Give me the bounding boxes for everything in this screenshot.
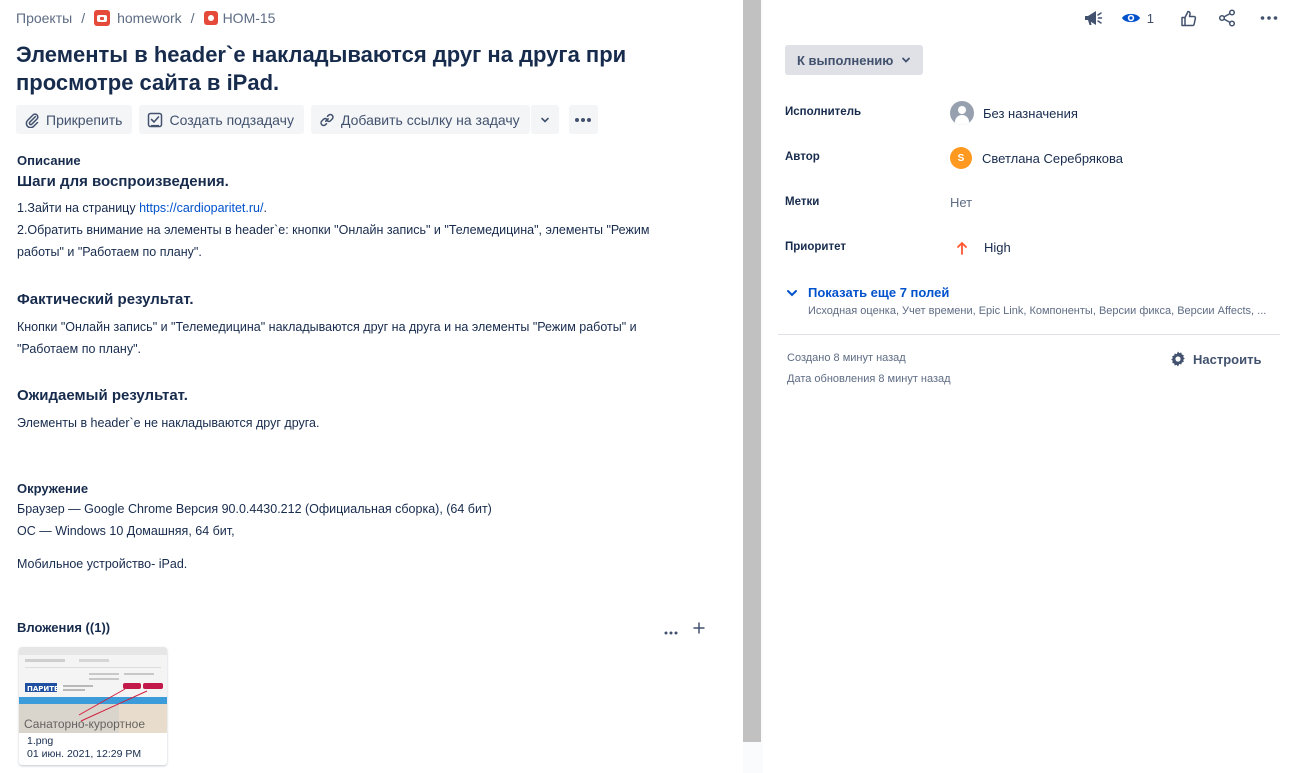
environment-label: Окружение (17, 481, 89, 496)
create-subtask-label: Создать подзадачу (169, 111, 294, 128)
environment-section[interactable]: Окружение Браузер — Google Chrome Версия… (17, 481, 492, 575)
subtask-icon (148, 112, 163, 127)
expected-text: Элементы в header`е не накладываются дру… (17, 416, 320, 430)
show-more-fields-label: Показать еще 7 полей (808, 285, 950, 300)
bug-icon (203, 11, 218, 25)
add-link-dropdown-button[interactable] (529, 105, 559, 134)
assignee-value: Без назначения (983, 105, 1078, 121)
more-fields-list: Исходная оценка, Учет времени, Epic Link… (808, 305, 1267, 317)
chevron-down-icon (540, 117, 549, 123)
priority-field[interactable]: High (950, 240, 1011, 255)
attachment-date: 01 июн. 2021, 12:29 PM (27, 748, 142, 760)
watch-count: 1 (1146, 10, 1154, 26)
description-label: Описание (17, 153, 81, 168)
breadcrumb: Проекты / homework / HOM-15 (16, 8, 275, 28)
attachment-filename: 1.png (27, 735, 54, 747)
env-device: Мобильное устройство- iPad. (17, 557, 188, 571)
share-button[interactable] (1215, 6, 1239, 30)
add-link-label: Добавить ссылку на задачу (340, 111, 520, 128)
breadcrumb-project-label: homework (117, 10, 182, 26)
attachment-caption: 1.png 01 июн. 2021, 12:29 PM (27, 735, 141, 761)
step-1-suffix: . (263, 201, 267, 215)
attachment-preview-logo: ПАРИТЕТ (27, 685, 64, 693)
actual-text: Кнопки "Онлайн запись" и "Телемедицина" … (17, 320, 637, 356)
updated-time: Дата обновления 8 минут назад (787, 373, 951, 385)
status-label: К выполнению (797, 52, 894, 68)
attach-button[interactable]: Прикрепить (16, 105, 133, 134)
show-more-fields-link[interactable]: Показать еще 7 полей (785, 285, 1266, 300)
more-options-button[interactable] (1257, 6, 1281, 30)
priority-label: Приоритет (785, 241, 846, 253)
issue-toolbar: Прикрепить Создать подзадачу Добавить сс… (16, 105, 598, 134)
issue-title[interactable]: Элементы в header`е накладываются друг н… (16, 41, 656, 97)
divider (778, 334, 1280, 335)
breadcrumb-separator: / (81, 10, 86, 26)
project-icon (94, 10, 111, 26)
step-1-prefix: 1.Зайти на страницу (17, 201, 140, 215)
breadcrumb-project[interactable]: homework (94, 10, 182, 26)
feedback-button[interactable] (1081, 6, 1105, 30)
more-icon (664, 631, 678, 634)
attachment-preview-text: Санаторно-курортное (24, 717, 145, 731)
create-subtask-button[interactable]: Создать подзадачу (139, 105, 304, 134)
labels-value: Нет (950, 195, 973, 210)
configure-label: Настроить (1193, 351, 1262, 367)
add-link-button[interactable]: Добавить ссылку на задачу (310, 105, 530, 134)
step-2: 2.Обратить внимание на элементы в header… (17, 223, 650, 259)
unassigned-avatar-icon (950, 101, 974, 125)
link-icon (320, 113, 334, 126)
gear-icon (1171, 351, 1185, 367)
breadcrumb-issue-key: HOM-15 (222, 10, 276, 26)
thumbs-up-icon (1180, 10, 1196, 26)
created-time: Создано 8 минут назад (787, 352, 906, 364)
breadcrumb-separator: / (190, 10, 195, 26)
more-fields-section: Показать еще 7 полей Исходная оценка, Уч… (785, 285, 1266, 317)
paperclip-icon (25, 112, 39, 128)
scrollbar[interactable] (743, 0, 761, 742)
attachments-heading: Вложения ((1)) (17, 620, 111, 635)
assignee-field[interactable]: Без назначения (950, 101, 1078, 125)
step-1: 1.Зайти на страницу https://cardioparite… (17, 197, 697, 219)
issue-main-pane: Проекты / homework / HOM-15 Элементы в h… (0, 0, 743, 773)
more-actions-button[interactable] (568, 105, 598, 134)
reporter-field[interactable]: S Светлана Серебрякова (950, 147, 1123, 169)
more-icon (1260, 16, 1278, 20)
status-dropdown[interactable]: К выполнению (785, 45, 924, 75)
assignee-label: Исполнитель (785, 106, 862, 118)
attachments-more-button[interactable] (664, 622, 678, 640)
breadcrumb-projects[interactable]: Проекты (16, 10, 72, 26)
watch-button[interactable]: 1 (1121, 6, 1154, 30)
more-icon (575, 117, 592, 122)
plus-icon (693, 622, 705, 634)
labels-label: Метки (785, 196, 820, 208)
steps-heading: Шаги для воспроизведения. (17, 173, 229, 190)
env-os: ОС — Windows 10 Домашняя, 64 бит, (17, 524, 235, 538)
env-browser: Браузер — Google Chrome Версия 90.0.4430… (17, 502, 492, 516)
issue-top-actions: 1 (1067, 6, 1281, 30)
priority-value: High (984, 240, 1011, 255)
description-section[interactable]: Описание Шаги для воспроизведения. 1.Зай… (17, 153, 697, 434)
reporter-label: Автор (785, 151, 820, 163)
chevron-down-icon (787, 289, 797, 296)
breadcrumb-issue[interactable]: HOM-15 (203, 10, 276, 26)
attachment-card[interactable]: ПАРИТЕТ Санаторно-курортное 1.png 01 июн… (19, 647, 167, 765)
reporter-value: Светлана Серебрякова (982, 150, 1124, 166)
chevron-down-icon (902, 57, 911, 63)
share-icon (1218, 9, 1236, 27)
issue-sidebar: 1 К выполнению Исполнитель Без назначени… (763, 0, 1301, 773)
actual-heading: Фактический результат. (17, 291, 194, 308)
labels-field[interactable]: Нет (950, 195, 972, 210)
avatar: S (950, 147, 972, 169)
eye-icon (1121, 13, 1140, 23)
expected-heading: Ожидаемый результат. (17, 387, 188, 404)
attach-button-label: Прикрепить (46, 111, 123, 128)
vote-button[interactable] (1176, 6, 1200, 30)
megaphone-icon (1084, 11, 1103, 25)
configure-button[interactable]: Настроить (1169, 350, 1261, 368)
site-link[interactable]: https://cardioparitet.ru/ (139, 201, 263, 215)
priority-high-icon (957, 241, 967, 255)
attachments-actions (664, 621, 706, 640)
add-attachment-button[interactable] (692, 621, 706, 640)
